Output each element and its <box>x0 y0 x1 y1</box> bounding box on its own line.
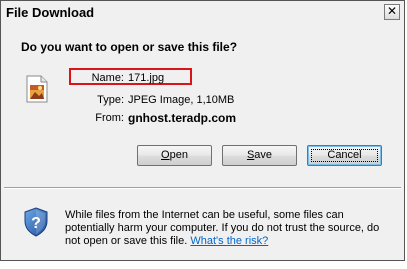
type-row: Type: JPEG Image, 1,10MB <box>4 94 401 108</box>
from-value: gnhost.teradp.com <box>128 111 237 125</box>
window-title: File Download <box>6 5 95 20</box>
security-footer: ? While files from the Internet can be u… <box>4 189 401 258</box>
cancel-button[interactable]: Cancel <box>307 145 382 166</box>
focus-rectangle <box>311 149 378 162</box>
title-bar[interactable]: File Download ✕ <box>1 1 404 25</box>
security-shield-icon: ? <box>24 207 48 237</box>
save-button-label: ave <box>254 149 273 161</box>
open-button[interactable]: Open <box>137 145 212 166</box>
dialog-content: Do you want to open or save this file? N… <box>4 25 401 187</box>
name-label: Name: <box>91 72 124 84</box>
type-label: Type: <box>97 94 124 106</box>
whats-the-risk-link[interactable]: What's the risk? <box>190 235 268 247</box>
dialog-question: Do you want to open or save this file? <box>21 40 238 54</box>
file-download-dialog: File Download ✕ Do you want to open or s… <box>0 0 405 261</box>
name-value: 171.jpg <box>128 72 165 84</box>
close-icon: ✕ <box>386 4 398 18</box>
type-value: JPEG Image, 1,10MB <box>128 94 235 106</box>
name-row: Name: 171.jpg <box>4 72 401 86</box>
close-button[interactable]: ✕ <box>384 4 400 20</box>
save-button[interactable]: Save <box>222 145 297 166</box>
background-strip <box>0 261 407 269</box>
security-warning-text: While files from the Internet can be use… <box>65 209 395 248</box>
from-label: From: <box>95 112 124 124</box>
svg-text:?: ? <box>31 215 41 232</box>
open-button-label: pen <box>169 149 188 161</box>
from-row: From: gnhost.teradp.com <box>4 111 401 127</box>
open-button-access-key: O <box>161 149 170 161</box>
